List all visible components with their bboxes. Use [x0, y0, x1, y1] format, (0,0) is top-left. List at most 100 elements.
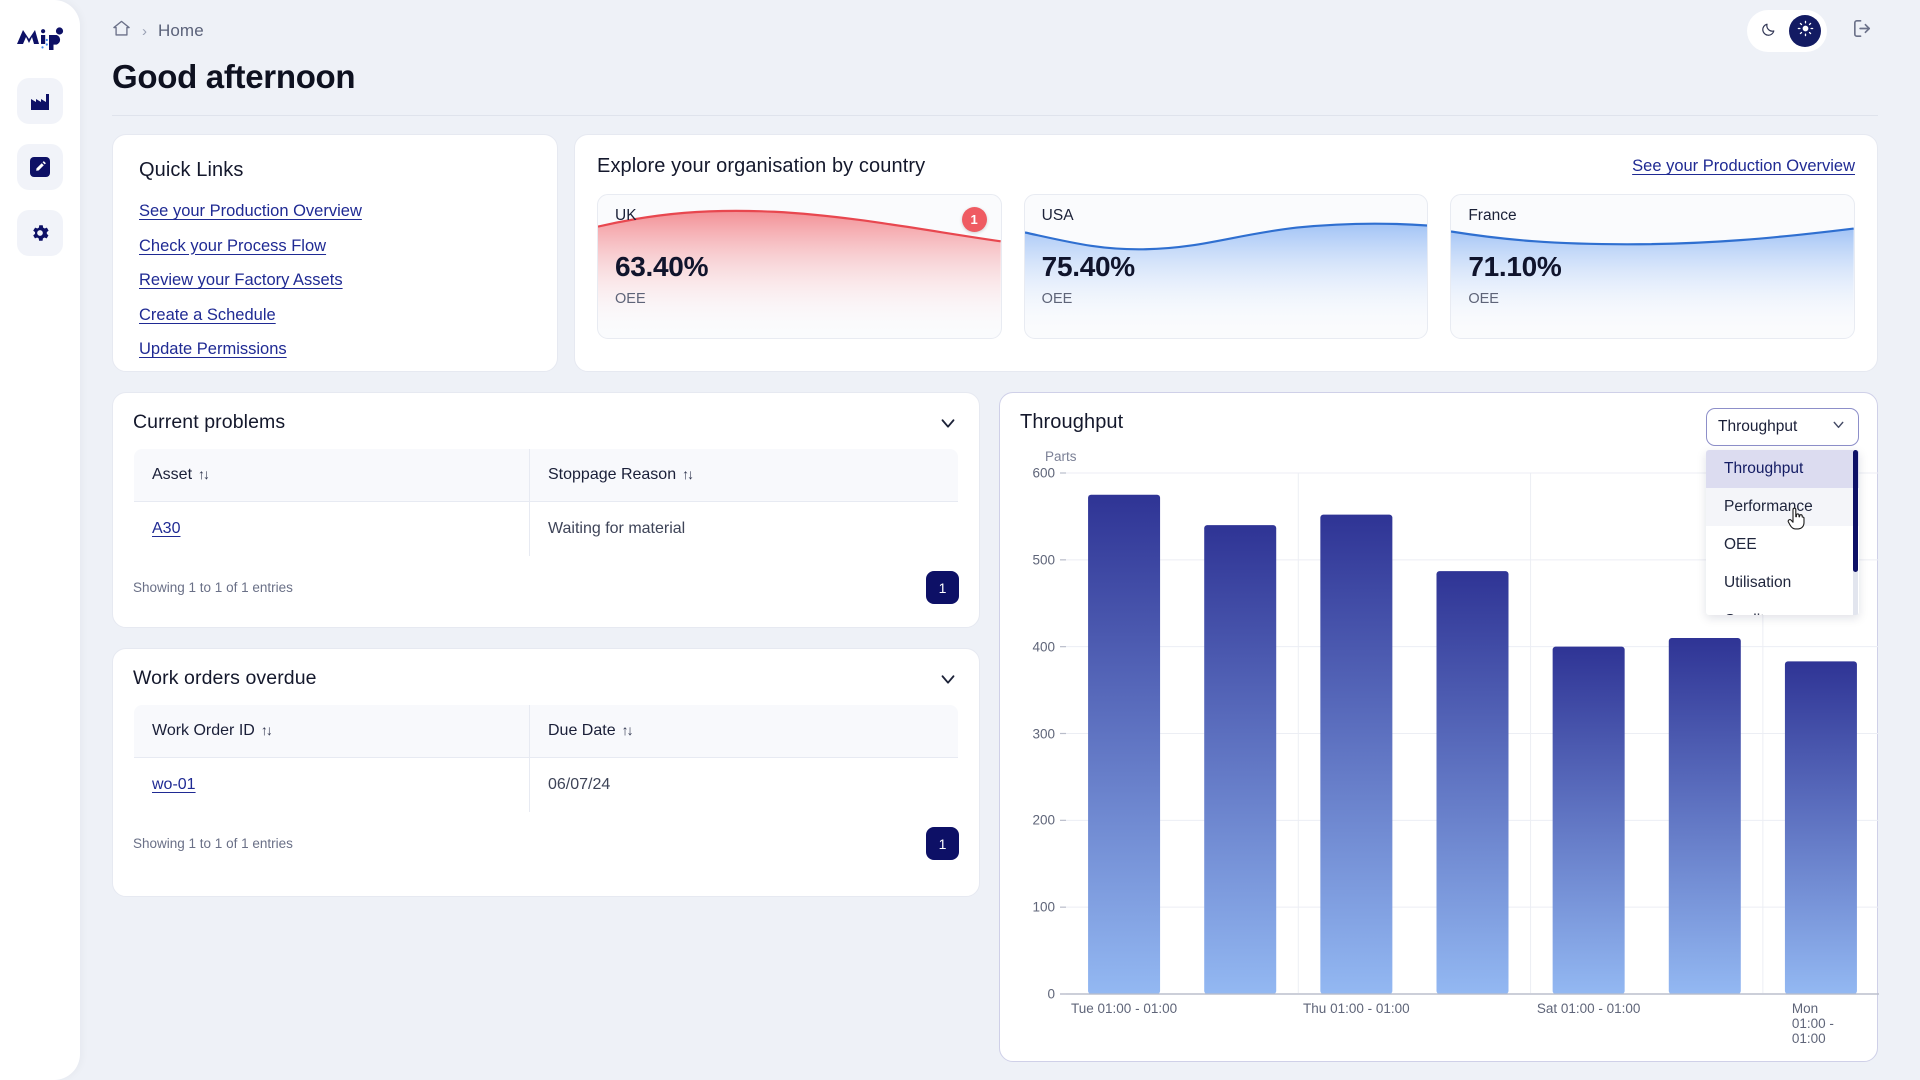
- chevron-down-icon[interactable]: [937, 668, 959, 690]
- chart-bar[interactable]: [1668, 637, 1741, 994]
- work-orders-title: Work orders overdue: [133, 667, 317, 689]
- dropdown-scrollbar-thumb[interactable]: [1853, 450, 1858, 572]
- chart-bar[interactable]: [1320, 514, 1393, 994]
- quick-link-update-permissions[interactable]: Update Permissions: [139, 340, 287, 359]
- entries-count: Showing 1 to 1 of 1 entries: [133, 836, 293, 851]
- entries-count: Showing 1 to 1 of 1 entries: [133, 580, 293, 595]
- chart-x-tick: Sat 01:00 - 01:00: [1536, 1001, 1641, 1016]
- asset-link[interactable]: A30: [152, 520, 180, 537]
- sidebar-item-edit[interactable]: [17, 144, 63, 190]
- dropdown-option-oee[interactable]: OEE: [1706, 526, 1859, 564]
- sort-icon[interactable]: ↑↓: [682, 466, 694, 482]
- dropdown-option-utilisation[interactable]: Utilisation: [1706, 564, 1859, 602]
- work-orders-table: Work Order ID ↑↓ Due Date ↑↓ wo-01 06/07/2…: [133, 704, 959, 813]
- column-due-date[interactable]: Due Date ↑↓: [529, 705, 958, 758]
- chart-bar[interactable]: [1552, 646, 1625, 994]
- countries-header: Explore your organisation by country See…: [597, 155, 1855, 178]
- breadcrumb-separator: ›: [142, 22, 147, 40]
- table-header-row: Work Order ID ↑↓ Due Date ↑↓: [134, 705, 958, 758]
- table-row: wo-01 06/07/24: [134, 757, 958, 812]
- column-work-order-id[interactable]: Work Order ID ↑↓: [134, 705, 530, 758]
- quick-links-title: Quick Links: [139, 159, 244, 181]
- table-header-row: Asset ↑↓ Stoppage Reason ↑↓: [134, 449, 958, 502]
- sidebar: [0, 0, 80, 1080]
- country-alert-badge[interactable]: 1: [961, 207, 987, 232]
- sort-icon[interactable]: ↑↓: [198, 466, 210, 482]
- title-divider: [112, 115, 1878, 116]
- theme-toggle[interactable]: [1747, 10, 1827, 52]
- sun-icon: [1797, 20, 1814, 42]
- column-stoppage-reason[interactable]: Stoppage Reason ↑↓: [529, 449, 958, 502]
- country-oee-value: 71.10%: [1468, 251, 1562, 282]
- pagination-page-1[interactable]: 1: [926, 571, 959, 604]
- moon-icon: [1761, 21, 1777, 42]
- work-orders-overdue-card: Work orders overdue Work Order ID ↑↓ Due …: [112, 648, 980, 897]
- chart-bar[interactable]: [1088, 494, 1161, 994]
- metric-dropdown: Throughput Performance OEE Utilisation Q…: [1706, 450, 1859, 615]
- quick-link-factory-assets[interactable]: Review your Factory Assets: [139, 271, 343, 290]
- breadcrumb-current[interactable]: Home: [158, 21, 204, 41]
- chart-y-tick: 400: [1032, 639, 1055, 655]
- column-asset[interactable]: Asset ↑↓: [134, 449, 530, 502]
- work-orders-header: Work orders overdue: [133, 667, 959, 690]
- country-name: UK: [615, 207, 637, 224]
- home-icon[interactable]: [112, 19, 131, 43]
- production-overview-link[interactable]: See your Production Overview: [1632, 157, 1855, 176]
- throughput-title: Throughput: [1020, 411, 1124, 433]
- column-asset-label: Asset: [152, 466, 193, 483]
- countries-card: Explore your organisation by country See…: [574, 134, 1878, 372]
- breadcrumb: › Home: [112, 19, 204, 43]
- dropdown-option-throughput[interactable]: Throughput: [1706, 450, 1859, 488]
- metric-select[interactable]: Throughput: [1706, 408, 1859, 446]
- logout-button[interactable]: [1851, 17, 1874, 45]
- quick-link-process-flow[interactable]: Check your Process Flow: [139, 237, 326, 256]
- top-bar: › Home: [80, 0, 1920, 62]
- current-problems-title: Current problems: [133, 411, 286, 433]
- pagination-page-1[interactable]: 1: [926, 827, 959, 860]
- country-card-usa[interactable]: USA 75.40% OEE: [1023, 194, 1429, 339]
- chevron-down-icon: [1830, 416, 1847, 438]
- chart-y-tick: 200: [1032, 812, 1055, 828]
- dark-mode-option[interactable]: [1753, 15, 1785, 47]
- quick-link-production-overview[interactable]: See your Production Overview: [139, 202, 362, 221]
- throughput-panel: Throughput Throughput Parts 0 100 200 300 40…: [999, 392, 1879, 1062]
- chart-y-tick: 500: [1032, 552, 1055, 568]
- chart-y-tick: 600: [1032, 465, 1055, 481]
- sidebar-item-settings[interactable]: [17, 210, 63, 256]
- chevron-down-icon[interactable]: [937, 412, 959, 434]
- dropdown-option-performance[interactable]: Performance: [1706, 488, 1859, 526]
- chart-bar[interactable]: [1784, 661, 1857, 994]
- logout-icon: [1851, 17, 1874, 45]
- page-title: Good afternoon: [112, 58, 356, 95]
- metric-select-value: Throughput: [1718, 418, 1798, 435]
- sort-icon[interactable]: ↑↓: [622, 722, 634, 738]
- quick-links-card: Quick Links See your Production Overview…: [112, 134, 558, 372]
- current-problems-header: Current problems: [133, 411, 959, 434]
- cell-asset: A30: [134, 501, 530, 556]
- chart-x-tick: Thu 01:00 - 01:00: [1303, 1001, 1410, 1016]
- country-metric-label: OEE: [1041, 291, 1073, 307]
- chart-x-tick: Mon 01:00 - 01:00: [1791, 1001, 1834, 1046]
- pencil-square-icon: [29, 156, 51, 178]
- country-card-france[interactable]: France 71.10% OEE: [1450, 194, 1856, 339]
- country-metric-label: OEE: [1468, 291, 1499, 307]
- country-card-uk[interactable]: UK 63.40% OEE 1: [597, 194, 1002, 339]
- work-orders-footer: Showing 1 to 1 of 1 entries 1: [133, 827, 959, 860]
- current-problems-table: Asset ↑↓ Stoppage Reason ↑↓ A30 Waiting fo…: [133, 448, 959, 557]
- chart-bar[interactable]: [1204, 525, 1277, 994]
- work-order-link[interactable]: wo-01: [152, 776, 196, 793]
- light-mode-option[interactable]: [1789, 15, 1821, 47]
- dropdown-option-quality[interactable]: Quality: [1706, 602, 1859, 615]
- sidebar-item-factory[interactable]: [17, 78, 63, 124]
- country-metric-label: OEE: [615, 291, 646, 307]
- chart-y-tick: 300: [1032, 726, 1055, 741]
- factory-icon: [29, 90, 51, 112]
- table-row: A30 Waiting for material: [134, 501, 958, 556]
- mip-logo[interactable]: [14, 16, 66, 58]
- quick-link-create-schedule[interactable]: Create a Schedule: [139, 306, 276, 325]
- column-work-order-id-label: Work Order ID: [152, 722, 255, 739]
- cell-due-date: 06/07/24: [529, 757, 958, 812]
- chart-bar[interactable]: [1436, 571, 1509, 994]
- sort-icon[interactable]: ↑↓: [261, 722, 273, 738]
- column-due-date-label: Due Date: [548, 722, 616, 739]
